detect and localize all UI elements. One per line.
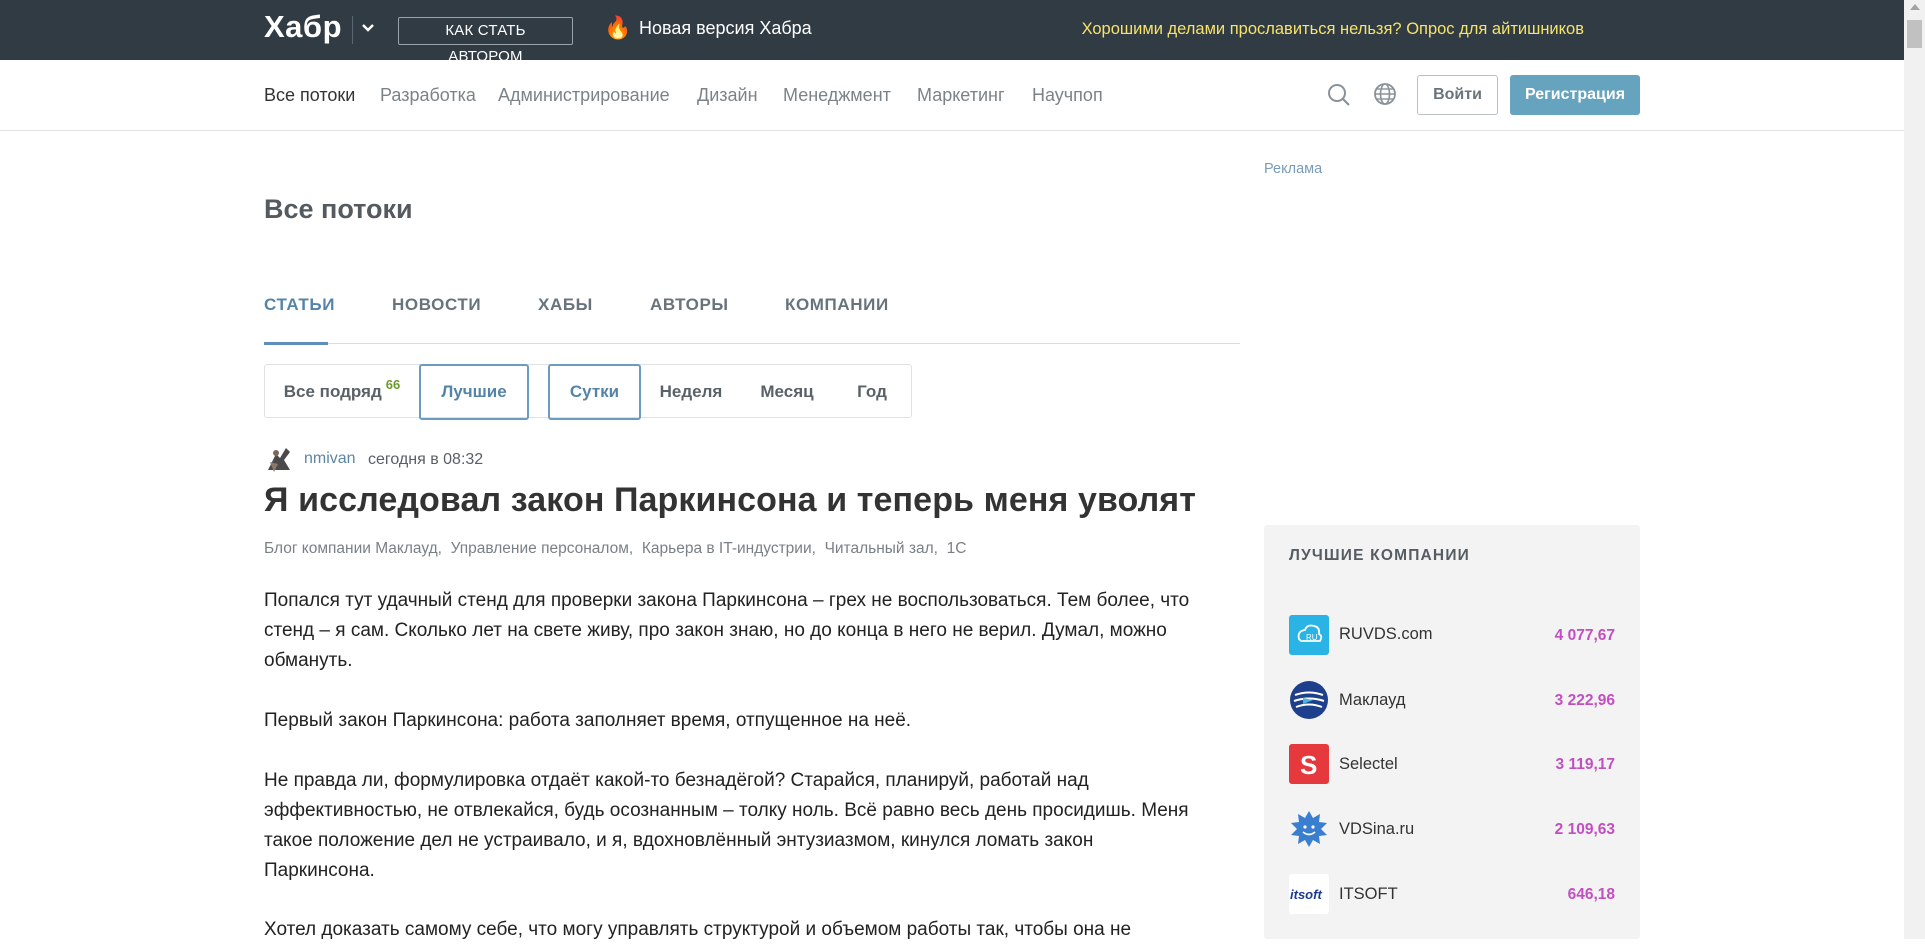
register-button[interactable]: Регистрация — [1510, 75, 1640, 115]
logo-divider — [352, 16, 353, 44]
filter-all[interactable]: Все подряд 66 — [265, 365, 419, 419]
tab-articles[interactable]: СТАТЬИ — [264, 295, 335, 315]
scroll-up-arrow-icon[interactable] — [1910, 4, 1920, 10]
nav-item-management[interactable]: Менеджмент — [783, 85, 891, 106]
author-link[interactable]: nmivan — [304, 450, 356, 468]
company-name[interactable]: Selectel — [1339, 755, 1398, 774]
active-tab-indicator — [264, 342, 328, 345]
article-paragraph: Хотел доказать самому себе, что могу упр… — [264, 919, 1132, 940]
scrollbar[interactable] — [1904, 0, 1925, 939]
nav-item-administration[interactable]: Администрирование — [498, 85, 670, 106]
nav-item-popsci[interactable]: Научпоп — [1032, 85, 1103, 106]
fire-icon: 🔥 — [604, 15, 632, 40]
text-line: Паркинсона. — [264, 860, 375, 881]
itsoft-logo-icon[interactable]: itsoft — [1289, 874, 1329, 914]
company-name[interactable]: RUVDS.com — [1339, 625, 1433, 644]
svg-text:itsoft: itsoft — [1290, 887, 1322, 902]
filter-all-label: Все подряд — [283, 382, 382, 401]
tab-news[interactable]: НОВОСТИ — [392, 295, 481, 315]
hub-link[interactable]: 1С — [947, 540, 967, 557]
filter-best[interactable]: Лучшие — [419, 364, 529, 420]
company-rating: 4 077,67 — [1554, 627, 1615, 644]
article-paragraph: Не правда ли, формулировка отдаёт какой-… — [264, 766, 1234, 886]
filter-all-count: 66 — [385, 377, 401, 392]
vdsina-logo-icon[interactable] — [1289, 809, 1329, 849]
text-line: эффективностью, не отвлекайся, будь осоз… — [264, 800, 1189, 821]
globe-icon[interactable] — [1373, 82, 1397, 111]
filter-year[interactable]: Год — [833, 365, 911, 419]
nav-item-all-streams[interactable]: Все потоки — [264, 85, 355, 106]
selectel-logo-icon[interactable]: S — [1289, 744, 1329, 784]
company-rating: 646,18 — [1567, 886, 1615, 903]
page-title: Все потоки — [264, 194, 413, 224]
login-button[interactable]: Войти — [1417, 75, 1498, 115]
nav-item-marketing[interactable]: Маркетинг — [917, 85, 1005, 106]
filter-bar: Все подряд 66 Лучшие Сутки Неделя Месяц Г… — [264, 364, 912, 420]
hub-link[interactable]: Управление персоналом, — [451, 540, 634, 557]
hub-link[interactable]: Карьера в IT-индустрии, — [642, 540, 816, 557]
svg-text:RU: RU — [1306, 633, 1318, 642]
chevron-down-icon[interactable] — [360, 18, 376, 43]
text-line: стенд – я сам. Сколько лет на свете живу… — [264, 620, 1167, 641]
company-name[interactable]: Маклауд — [1339, 691, 1405, 710]
tab-hubs[interactable]: ХАБЫ — [538, 295, 593, 315]
filter-month[interactable]: Месяц — [741, 365, 833, 419]
macloud-logo-icon[interactable] — [1289, 680, 1329, 720]
company-name[interactable]: VDSina.ru — [1339, 820, 1414, 839]
top-companies-title: ЛУЧШИЕ КОМПАНИИ — [1289, 547, 1471, 564]
top-bar: Хабр КАК СТАТЬ АВТОРОМ 🔥 Новая версия Ха… — [0, 0, 1904, 65]
tab-companies[interactable]: КОМПАНИИ — [785, 295, 889, 315]
top-companies-widget: ЛУЧШИЕ КОМПАНИИ RU RUVDS.com 4 077,67 Ма… — [1264, 525, 1640, 939]
article-paragraph: Попался тут удачный стенд для проверки з… — [264, 586, 1234, 676]
company-rating: 3 119,17 — [1555, 756, 1615, 773]
nav-item-development[interactable]: Разработка — [380, 85, 476, 106]
company-name[interactable]: ITSOFT — [1339, 885, 1398, 904]
habr-logo[interactable]: Хабр — [264, 9, 342, 45]
nav-item-design[interactable]: Дизайн — [697, 85, 758, 106]
author-avatar[interactable] — [264, 444, 294, 474]
article-title[interactable]: Я исследовал закон Паркинсона и теперь м… — [264, 481, 1196, 520]
hub-link[interactable]: Читальный зал, — [825, 540, 938, 557]
company-rating: 3 222,96 — [1554, 692, 1615, 709]
filter-day[interactable]: Сутки — [548, 364, 641, 420]
ruvds-logo-icon[interactable]: RU — [1289, 615, 1329, 655]
ad-label: Реклама — [1264, 161, 1323, 177]
company-rating: 2 109,63 — [1554, 821, 1615, 838]
text-line: такое положение дел не устраивало, и я, … — [264, 830, 1094, 851]
svg-text:S: S — [1300, 750, 1317, 780]
article-paragraph: Первый закон Паркинсона: работа заполняе… — [264, 710, 912, 731]
text-line: обмануть. — [264, 650, 353, 671]
hub-link[interactable]: Блог компании Маклауд, — [264, 540, 442, 557]
text-line: Попался тут удачный стенд для проверки з… — [264, 590, 1190, 611]
stream-tabs: СТАТЬИ НОВОСТИ ХАБЫ АВТОРЫ КОМПАНИИ — [264, 295, 1240, 345]
text-line: Не правда ли, формулировка отдаёт какой-… — [264, 770, 1089, 791]
search-icon[interactable] — [1326, 82, 1352, 113]
tab-authors[interactable]: АВТОРЫ — [650, 295, 729, 315]
filter-week[interactable]: Неделя — [641, 365, 741, 419]
article-hubs: Блог компании Маклауд, Управление персон… — [264, 540, 966, 558]
new-version-link[interactable]: Новая версия Хабра — [639, 18, 812, 39]
promo-link[interactable]: Хорошими делами прославиться нельзя? Опр… — [1082, 20, 1584, 39]
scrollbar-thumb[interactable] — [1907, 20, 1922, 48]
how-to-become-author-button[interactable]: КАК СТАТЬ АВТОРОМ — [398, 17, 573, 65]
publish-time: сегодня в 08:32 — [368, 451, 484, 468]
